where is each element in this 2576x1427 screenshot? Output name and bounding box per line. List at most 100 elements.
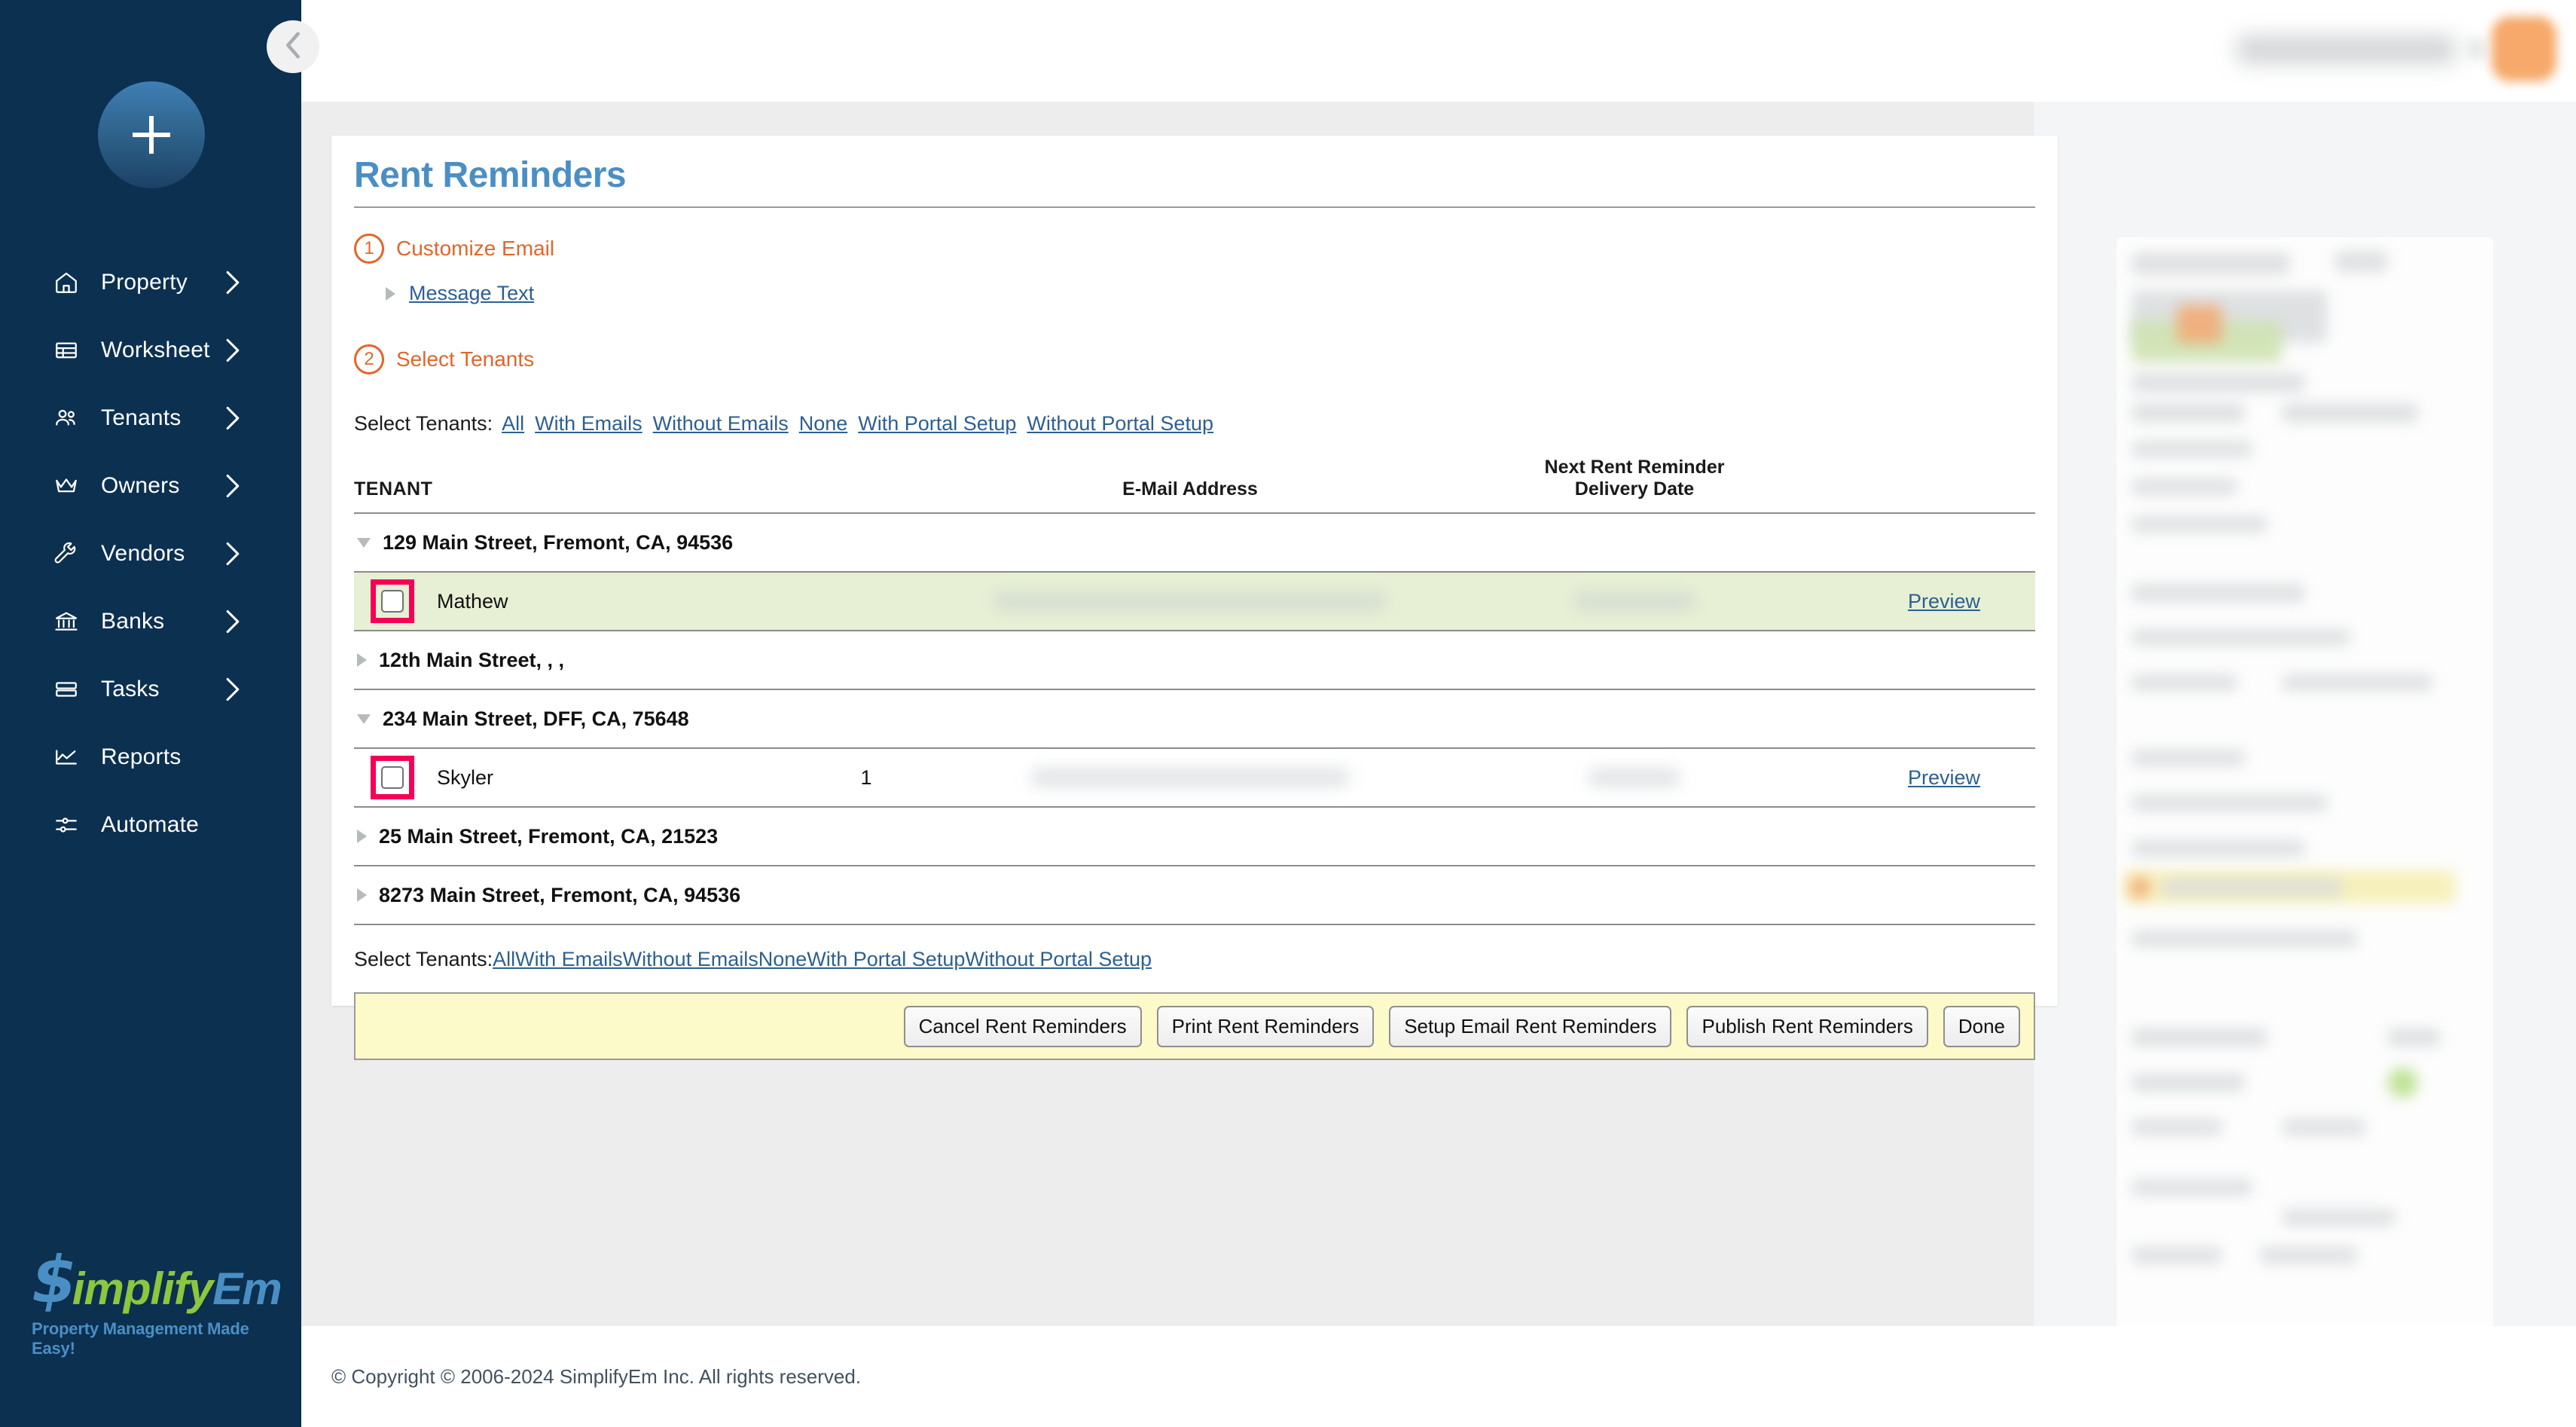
sidebar-item-label: Reports (101, 744, 181, 770)
preview-cell[interactable]: Preview (1853, 572, 2035, 631)
sidebar-item-automate[interactable]: Automate (0, 791, 301, 859)
property-group-row[interactable]: 8273 Main Street, Fremont, CA, 94536 (354, 866, 2035, 924)
property-group-row[interactable]: 12th Main Street, , , (354, 631, 2035, 689)
select-link-without-portal-setup[interactable]: Without Portal Setup (965, 948, 1152, 970)
triangle-down-icon[interactable] (357, 714, 371, 724)
property-group-row[interactable]: 234 Main Street, DFF, CA, 75648 (354, 689, 2035, 748)
user-menu-chevron-down-icon[interactable] (2469, 39, 2484, 59)
wrench-icon (51, 539, 81, 569)
publish-rent-reminders-button[interactable]: Publish Rent Reminders (1686, 1006, 1927, 1047)
sidebar-item-vendors[interactable]: Vendors (0, 520, 301, 588)
property-address: 234 Main Street, DFF, CA, 75648 (383, 707, 689, 731)
avatar[interactable] (2492, 17, 2556, 81)
property-address: 12th Main Street, , , (379, 649, 564, 672)
logo-em-text: Em (212, 1267, 281, 1312)
logo-simplify-text: implify (72, 1267, 212, 1312)
step-number: 1 (354, 234, 384, 264)
message-text-row[interactable]: Message Text (386, 282, 2035, 305)
triangle-right-icon[interactable] (357, 653, 367, 667)
sidebar-item-label: Banks (101, 609, 164, 634)
tenants-table: TENANT E-Mail Address Next Rent Reminder… (354, 452, 2035, 925)
user-email-label (2237, 36, 2455, 63)
table-header-row: TENANT E-Mail Address Next Rent Reminder… (354, 452, 2035, 513)
step-label: Select Tenants (396, 347, 534, 371)
chevron-right-icon (224, 270, 241, 295)
sidebar-collapse-button[interactable] (267, 20, 319, 73)
chevron-left-icon (282, 31, 304, 63)
brand-logo: $ implify Em Property Management Made Ea… (32, 1247, 258, 1358)
sidebar-item-owners[interactable]: Owners (0, 452, 301, 520)
tenant-checkbox[interactable] (381, 766, 404, 789)
tasks-icon (51, 674, 81, 704)
preview-link[interactable]: Preview (1908, 590, 1980, 613)
sidebar-item-label: Property (101, 270, 188, 295)
sidebar-item-reports[interactable]: Reports (0, 723, 301, 791)
tenant-next-reminder-date (1416, 572, 1853, 631)
preview-cell[interactable]: Preview (1853, 748, 2035, 807)
plus-icon (125, 108, 178, 161)
property-address: 8273 Main Street, Fremont, CA, 94536 (379, 884, 740, 907)
rent-reminders-card: Rent Reminders 1 Customize Email Message… (331, 136, 2058, 1006)
page-title: Rent Reminders (354, 154, 2035, 206)
select-link-with-portal-setup[interactable]: With Portal Setup (807, 948, 965, 970)
select-link-none[interactable]: None (799, 412, 848, 435)
sidebar-item-label: Vendors (101, 541, 185, 567)
select-link-all[interactable]: All (493, 948, 515, 970)
table-row[interactable]: Skyler 1 Preview (354, 748, 2035, 807)
select-link-without-emails[interactable]: Without Emails (623, 948, 758, 970)
sidebar-item-worksheet[interactable]: Worksheet (0, 316, 301, 384)
tenant-email (964, 572, 1416, 631)
select-link-with-emails[interactable]: With Emails (515, 948, 623, 970)
preview-link[interactable]: Preview (1908, 766, 1980, 789)
chevron-right-icon (224, 541, 241, 567)
chevron-right-icon (224, 609, 241, 634)
tenant-checkbox-cell[interactable] (354, 572, 437, 631)
sidebar-item-tasks[interactable]: Tasks (0, 655, 301, 723)
column-header-line1: Next Rent Reminder (1416, 457, 1853, 478)
table-row[interactable]: Mathew Preview (354, 572, 2035, 631)
message-text-link[interactable]: Message Text (409, 282, 534, 305)
home-icon (51, 267, 81, 298)
tenant-unit: 1 (768, 748, 964, 807)
column-header-tenant: TENANT (354, 452, 964, 513)
triangle-right-icon[interactable] (357, 888, 367, 902)
table-icon (51, 335, 81, 365)
property-group-row[interactable]: 129 Main Street, Fremont, CA, 94536 (354, 513, 2035, 572)
setup-email-rent-reminders-button[interactable]: Setup Email Rent Reminders (1389, 1006, 1671, 1047)
tenant-name: Mathew (437, 572, 768, 631)
copyright-text: © Copyright © 2006-2024 SimplifyEm Inc. … (301, 1365, 861, 1389)
add-button[interactable] (98, 81, 205, 188)
cancel-rent-reminders-button[interactable]: Cancel Rent Reminders (904, 1006, 1142, 1047)
property-address: 25 Main Street, Fremont, CA, 21523 (379, 825, 718, 848)
crown-icon (51, 471, 81, 501)
sidebar-item-banks[interactable]: Banks (0, 588, 301, 655)
sliders-icon (51, 810, 81, 840)
sidebar-item-property[interactable]: Property (0, 249, 301, 316)
sidebar-item-label: Automate (101, 812, 199, 838)
print-rent-reminders-button[interactable]: Print Rent Reminders (1157, 1006, 1375, 1047)
select-link-without-emails[interactable]: Without Emails (653, 412, 789, 435)
top-bar (301, 0, 2576, 102)
select-link-all[interactable]: All (502, 412, 524, 435)
select-link-with-emails[interactable]: With Emails (535, 412, 642, 435)
tenant-checkbox[interactable] (381, 590, 404, 613)
triangle-down-icon[interactable] (357, 538, 371, 548)
tenant-next-reminder-date (1416, 748, 1853, 807)
sidebar-item-label: Owners (101, 473, 180, 499)
sidebar-item-label: Tenants (101, 405, 181, 431)
tenant-checkbox-cell[interactable] (354, 748, 437, 807)
select-link-none[interactable]: None (758, 948, 807, 970)
users-icon (51, 403, 81, 433)
sidebar-item-tenants[interactable]: Tenants (0, 384, 301, 452)
logo-tagline: Property Management Made Easy! (32, 1319, 258, 1358)
chevron-right-icon (224, 405, 241, 431)
done-button[interactable]: Done (1943, 1006, 2020, 1047)
sidebar-item-label: Tasks (101, 677, 160, 702)
step-label: Customize Email (396, 237, 554, 261)
chevron-right-icon (224, 473, 241, 499)
property-group-row[interactable]: 25 Main Street, Fremont, CA, 21523 (354, 807, 2035, 866)
select-link-without-portal-setup[interactable]: Without Portal Setup (1027, 412, 1213, 435)
chevron-right-icon (224, 677, 241, 702)
select-link-with-portal-setup[interactable]: With Portal Setup (858, 412, 1016, 435)
triangle-right-icon[interactable] (357, 830, 367, 843)
